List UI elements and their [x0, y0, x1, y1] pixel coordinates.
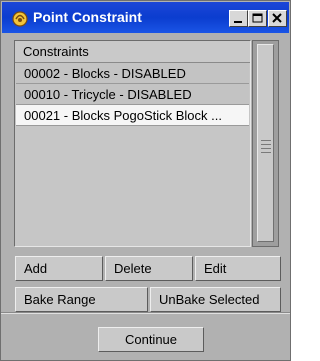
- maximize-icon: [252, 13, 263, 23]
- close-icon: [272, 13, 282, 23]
- delete-button[interactable]: Delete: [105, 256, 193, 281]
- list-header: Constraints: [15, 41, 250, 63]
- scrollbar-thumb[interactable]: [257, 44, 274, 242]
- minimize-icon: [234, 21, 242, 23]
- constraints-list[interactable]: Constraints 00002 - Blocks - DISABLED 00…: [14, 40, 251, 247]
- add-button[interactable]: Add: [15, 256, 103, 281]
- list-item-selected[interactable]: 00021 - Blocks PogoStick Block ...: [16, 105, 249, 126]
- list-item[interactable]: 00010 - Tricycle - DISABLED: [16, 84, 249, 105]
- grip-line: [261, 148, 271, 149]
- divider: [1, 312, 290, 314]
- unbake-selected-button[interactable]: UnBake Selected: [150, 287, 281, 312]
- grip-line: [261, 144, 271, 145]
- minimize-button[interactable]: [229, 10, 248, 27]
- point-constraint-window: Point Constraint Constraints 00002 - Blo…: [0, 0, 291, 361]
- maximize-button[interactable]: [248, 10, 267, 27]
- title-bar[interactable]: Point Constraint: [2, 2, 289, 33]
- lightwave-app-icon: [10, 8, 30, 28]
- grip-line: [261, 152, 271, 153]
- list-scrollbar[interactable]: [252, 40, 279, 247]
- list-item[interactable]: 00002 - Blocks - DISABLED: [16, 63, 249, 84]
- window-title: Point Constraint: [33, 9, 142, 25]
- bake-range-button[interactable]: Bake Range: [15, 287, 148, 312]
- edit-button[interactable]: Edit: [195, 256, 281, 281]
- continue-button[interactable]: Continue: [98, 327, 204, 352]
- close-button[interactable]: [268, 10, 287, 27]
- grip-line: [261, 140, 271, 141]
